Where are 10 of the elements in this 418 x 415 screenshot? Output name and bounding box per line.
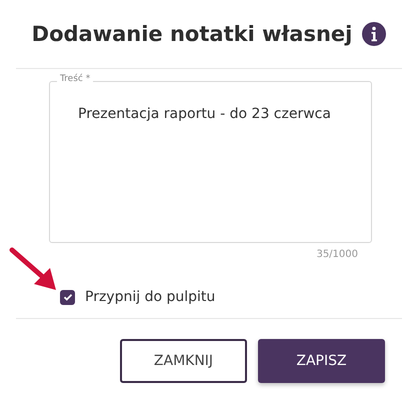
check-icon (62, 292, 72, 302)
pin-checkbox[interactable] (60, 290, 75, 304)
field-label: Treść * (57, 74, 94, 84)
note-field[interactable]: Prezentacja raportu - do 23 czerwca (49, 81, 372, 243)
dialog-title: Dodawanie notatki własnej (32, 22, 352, 46)
close-button[interactable]: ZAMKNIJ (120, 339, 247, 383)
info-icon[interactable] (362, 22, 386, 46)
character-counter: 35/1000 (315, 249, 358, 260)
save-button[interactable]: ZAPISZ (258, 339, 385, 383)
checkbox-label: Przypnij do pulpitu (85, 289, 216, 305)
